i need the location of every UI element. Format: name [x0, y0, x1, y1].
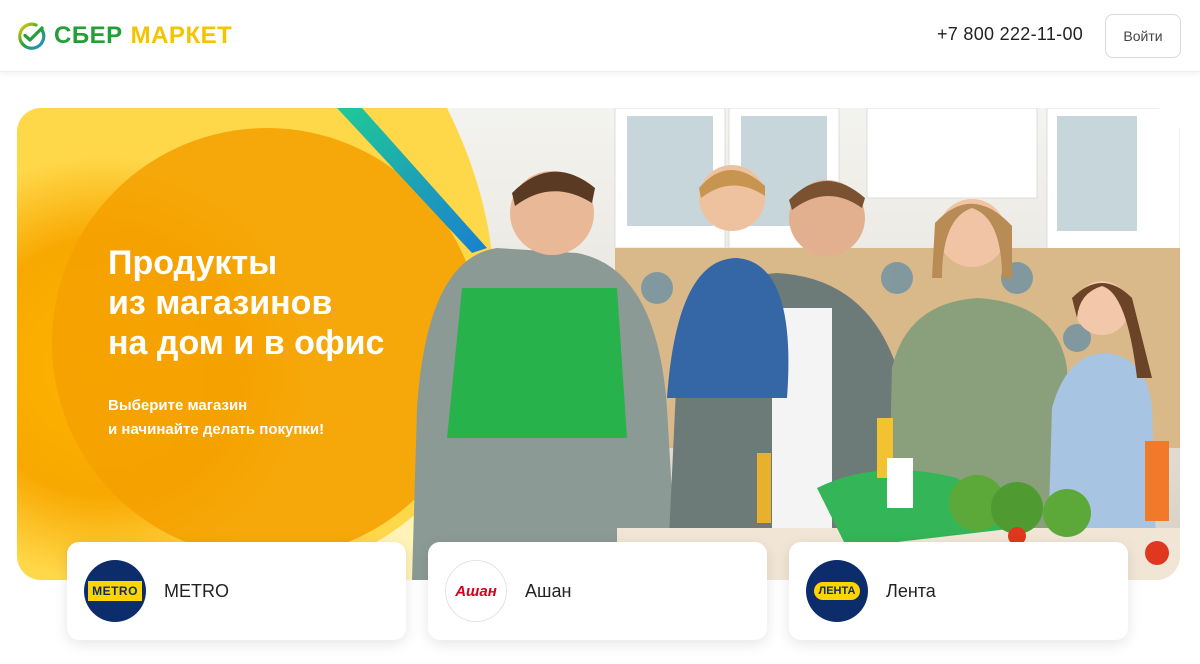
hero-subtitle: Выберите магазин и начинайте делать поку…	[108, 394, 428, 442]
auchan-logo: Ашан	[445, 560, 507, 622]
store-card-lenta[interactable]: ЛЕНТА Лента	[789, 542, 1128, 640]
login-button[interactable]: Войти	[1105, 14, 1181, 58]
hero-title-line-1: Продукты	[108, 244, 278, 282]
metro-logo: METRO	[84, 560, 146, 622]
store-card-auchan[interactable]: Ашан Ашан	[428, 542, 767, 640]
hero-subtitle-line-1: Выберите магазин	[108, 397, 248, 414]
logo-text-sber: СБЕР	[54, 22, 123, 49]
store-card-metro[interactable]: METRO METRO	[67, 542, 406, 640]
hero-title: Продукты из магазинов на дом и в офис	[108, 243, 468, 363]
lenta-logo-text: ЛЕНТА	[813, 582, 861, 600]
phone-number[interactable]: +7 800 222-11-00	[937, 24, 1083, 45]
sbermarket-logo[interactable]: СБЕР МАРКЕТ	[16, 20, 232, 52]
hero-title-line-3: на дом и в офис	[108, 324, 385, 362]
lenta-logo: ЛЕНТА	[806, 560, 868, 622]
auchan-logo-text: Ашан	[455, 582, 497, 600]
store-name-lenta: Лента	[886, 580, 936, 601]
hero-subtitle-line-2: и начинайте делать покупки!	[108, 421, 325, 438]
site-header: СБЕР МАРКЕТ +7 800 222-11-00 Войти	[0, 0, 1200, 72]
logo-text-market: МАРКЕТ	[130, 22, 233, 49]
hero-title-line-2: из магазинов	[108, 284, 333, 322]
metro-logo-text: METRO	[88, 581, 142, 601]
sber-check-icon	[18, 22, 46, 50]
store-name-auchan: Ашан	[525, 580, 572, 601]
store-name-metro: METRO	[164, 580, 229, 601]
hero-banner: Продукты из магазинов на дом и в офис Вы…	[17, 108, 1180, 580]
